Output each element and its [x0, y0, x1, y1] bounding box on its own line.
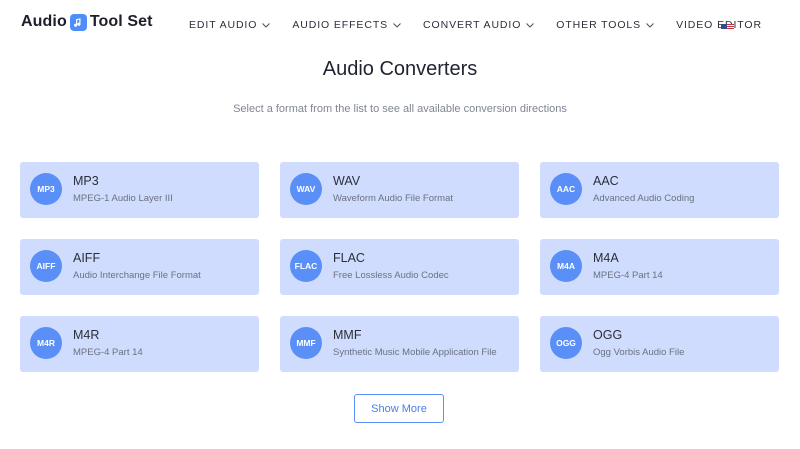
format-name: OGG [593, 328, 623, 342]
format-card-m4a[interactable]: M4A M4A MPEG-4 Part 14 [540, 239, 779, 295]
format-card-aiff[interactable]: AIFF AIFF Audio Interchange File Format [20, 239, 259, 295]
format-description: MPEG-4 Part 14 [593, 270, 663, 281]
chevron-down-icon [646, 22, 654, 28]
format-badge: WAV [290, 173, 322, 205]
format-name: MMF [333, 328, 362, 342]
show-more-button[interactable]: Show More [354, 394, 444, 423]
chevron-down-icon [393, 22, 401, 28]
format-badge: MP3 [30, 173, 62, 205]
format-grid: MP3 MP3 MPEG-1 Audio Layer III WAV WAV W… [20, 162, 779, 372]
format-description: MPEG-1 Audio Layer III [73, 193, 173, 204]
format-name: FLAC [333, 251, 365, 265]
logo-text-right: Tool Set [89, 13, 153, 30]
format-description: Waveform Audio File Format [333, 193, 454, 204]
format-name: M4A [593, 251, 619, 265]
format-badge: M4A [550, 250, 582, 282]
chevron-down-icon [262, 22, 271, 28]
format-badge: AIFF [30, 250, 62, 282]
logo-text-left: Audio [21, 13, 67, 30]
format-description: Synthetic Music Mobile Application File [333, 347, 497, 358]
main-nav: EDIT AUDIO AUDIO EFFECTS CONVERT AUDIO O… [189, 19, 784, 31]
format-description: Ogg Vorbis Audio File [593, 347, 685, 358]
format-badge: M4R [30, 327, 62, 359]
music-note-icon [69, 13, 87, 31]
nav-label: AUDIO EFFECTS [292, 19, 389, 31]
nav-convert-audio[interactable]: CONVERT AUDIO [423, 19, 535, 31]
site-logo[interactable]: Audio Tool Set [21, 13, 153, 31]
format-description: MPEG-4 Part 14 [73, 347, 143, 358]
format-name: MP3 [73, 174, 99, 188]
format-badge: MMF [290, 327, 322, 359]
format-card-aac[interactable]: AAC AAC Advanced Audio Coding [540, 162, 779, 218]
format-name: WAV [333, 174, 361, 188]
page-title: Audio Converters [322, 58, 478, 80]
nav-edit-audio[interactable]: EDIT AUDIO [189, 19, 271, 31]
nav-label: EDIT AUDIO [189, 19, 258, 31]
nav-label: OTHER TOOLS [556, 19, 642, 31]
format-card-m4r[interactable]: M4R M4R MPEG-4 Part 14 [20, 316, 259, 372]
nav-label: VIDEO EDITOR [676, 19, 762, 31]
format-card-wav[interactable]: WAV WAV Waveform Audio File Format [280, 162, 519, 218]
format-card-ogg[interactable]: OGG OGG Ogg Vorbis Audio File [540, 316, 779, 372]
format-description: Advanced Audio Coding [593, 193, 695, 204]
nav-label: CONVERT AUDIO [423, 19, 522, 31]
format-card-mmf[interactable]: MMF MMF Synthetic Music Mobile Applicati… [280, 316, 519, 372]
format-badge: FLAC [290, 250, 322, 282]
format-name: AIFF [73, 251, 101, 265]
format-badge: AAC [550, 173, 582, 205]
format-card-flac[interactable]: FLAC FLAC Free Lossless Audio Codec [280, 239, 519, 295]
us-flag-icon[interactable] [721, 20, 734, 29]
chevron-down-icon [526, 22, 535, 28]
format-description: Free Lossless Audio Codec [333, 270, 449, 281]
nav-video-editor[interactable]: VIDEO EDITOR [676, 19, 762, 31]
nav-audio-effects[interactable]: AUDIO EFFECTS [292, 19, 401, 31]
format-card-mp3[interactable]: MP3 MP3 MPEG-1 Audio Layer III [20, 162, 259, 218]
format-name: M4R [73, 328, 100, 342]
page-subtitle: Select a format from the list to see all… [233, 103, 567, 115]
format-name: AAC [593, 174, 619, 188]
format-badge: OGG [550, 327, 582, 359]
site-header: Audio Tool Set EDIT AUDIO AUDIO EFFECTS … [0, 0, 800, 50]
format-description: Audio Interchange File Format [73, 270, 201, 281]
nav-other-tools[interactable]: OTHER TOOLS [556, 19, 654, 31]
